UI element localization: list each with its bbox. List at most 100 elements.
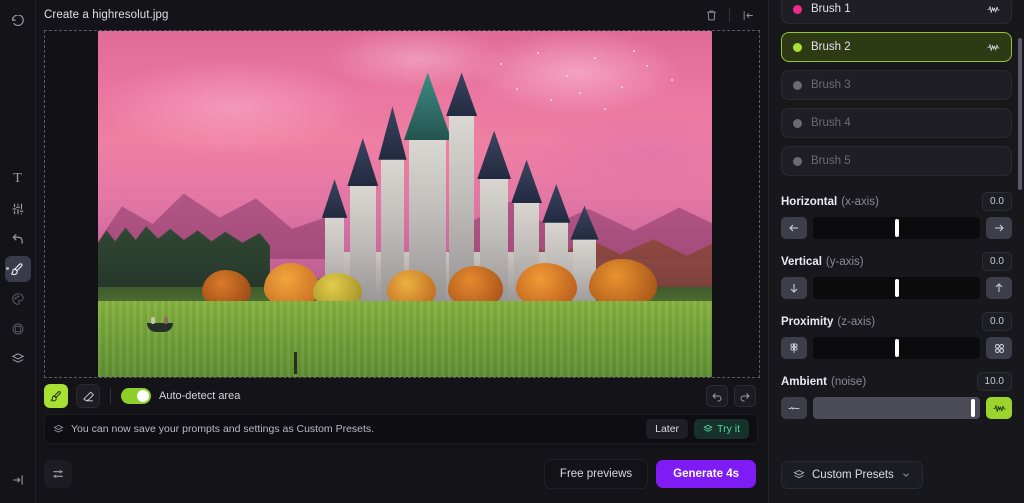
slider-track-ambient[interactable] — [813, 397, 980, 419]
brush-item-4[interactable]: Brush 4 — [781, 108, 1012, 138]
try-it-label: Try it — [717, 423, 740, 435]
layers-tool-icon[interactable] — [5, 346, 31, 372]
slider-name: Horizontal — [781, 195, 838, 208]
collapse-panel-icon[interactable] — [738, 5, 758, 25]
slider-thumb-vertical[interactable] — [894, 279, 899, 297]
slider-value-vertical[interactable]: 0.0 — [982, 252, 1012, 271]
right-panel: Brush 1 Brush 2 Brush 3 Brush 4 Brush 5 Hori… — [768, 0, 1024, 503]
brush-item-3[interactable]: Brush 3 — [781, 70, 1012, 100]
action-bar: Free previews Generate 4s — [36, 444, 768, 503]
brush-tool-icon[interactable] — [4, 256, 31, 282]
auto-detect-label: Auto-detect area — [159, 390, 241, 402]
brush-color-dot — [793, 4, 802, 14]
active-tool-dot — [5, 267, 9, 270]
custom-presets-label: Custom Presets — [812, 469, 894, 481]
canvas-header: Create a highresolut.jpg — [36, 0, 768, 30]
slider-body-vertical — [781, 277, 1012, 299]
rail-tools-group: T — [4, 166, 31, 374]
transform-tool-icon[interactable] — [5, 226, 31, 252]
brush-label: Brush 5 — [811, 155, 851, 167]
slider-name: Vertical — [781, 255, 822, 268]
adjustments-icon[interactable] — [5, 196, 31, 222]
waveform-icon[interactable] — [987, 42, 1000, 53]
try-it-icon — [703, 424, 713, 434]
slider-value-horizontal[interactable]: 0.0 — [982, 192, 1012, 211]
slider-row-proximity: Proximity (z-axis) 0.0 — [781, 312, 1012, 359]
app-root: T Create a highresolut.jpg Auto-detect a… — [0, 0, 1024, 503]
brush-color-dot — [793, 42, 802, 52]
brush-mode-button[interactable] — [44, 384, 68, 408]
brush-label: Brush 2 — [811, 41, 851, 53]
chevron-down-icon — [901, 470, 911, 480]
slider-row-horizontal: Horizontal (x-axis) 0.0 — [781, 192, 1012, 239]
slider-list: Horizontal (x-axis) 0.0 Vertical (y-axis) 0.0… — [769, 186, 1024, 432]
slider-track-proximity[interactable] — [813, 337, 980, 359]
arrow-up-button[interactable] — [986, 277, 1012, 299]
slider-body-proximity — [781, 337, 1012, 359]
notice-actions: Later Try it — [646, 419, 749, 439]
slider-track-horizontal[interactable] — [813, 217, 980, 239]
history-buttons — [706, 385, 756, 407]
custom-presets-button[interactable]: Custom Presets — [781, 461, 923, 489]
toggle-knob — [137, 390, 149, 402]
undo-icon[interactable] — [706, 385, 728, 407]
expand-panel-icon[interactable] — [5, 467, 31, 493]
shape-tool-icon[interactable] — [5, 316, 31, 342]
brush-color-dot — [793, 80, 802, 90]
slider-name: Proximity — [781, 315, 834, 328]
brush-label: Brush 4 — [811, 117, 851, 129]
arrow-right-button[interactable] — [986, 217, 1012, 239]
waveform-icon[interactable] — [987, 4, 1000, 15]
canvas-header-actions — [701, 5, 758, 25]
right-panel-scrollbar[interactable] — [1018, 38, 1022, 190]
slider-track-vertical[interactable] — [813, 277, 980, 299]
layers-icon — [793, 469, 805, 481]
lake-layer — [98, 300, 712, 377]
left-tool-rail: T — [0, 0, 36, 503]
color-palette-icon[interactable] — [5, 286, 31, 312]
grid-small-button[interactable] — [781, 337, 807, 359]
grid-large-button[interactable] — [986, 337, 1012, 359]
slider-row-vertical: Vertical (y-axis) 0.0 — [781, 252, 1012, 299]
eraser-mode-button[interactable] — [76, 384, 100, 408]
presets-section: Custom Presets — [769, 461, 1024, 503]
brush-color-dot — [793, 156, 802, 166]
notice-text: You can now save your prompts and settin… — [71, 423, 375, 435]
rail-top-group — [5, 9, 31, 35]
slider-value-proximity[interactable]: 0.0 — [982, 312, 1012, 331]
trash-icon[interactable] — [701, 5, 721, 25]
arrow-down-button[interactable] — [781, 277, 807, 299]
artwork-image[interactable] — [98, 31, 712, 377]
slider-thumb-proximity[interactable] — [894, 339, 899, 357]
canvas-stage[interactable] — [44, 30, 792, 378]
brush-label: Brush 1 — [811, 3, 851, 15]
slider-header-proximity: Proximity (z-axis) 0.0 — [781, 312, 1012, 331]
later-button[interactable]: Later — [646, 419, 689, 439]
settings-icon[interactable] — [44, 459, 72, 488]
slider-value-ambient[interactable]: 10.0 — [976, 372, 1012, 391]
redo-icon[interactable] — [734, 385, 756, 407]
presets-icon — [53, 424, 64, 435]
generate-button[interactable]: Generate 4s — [656, 459, 756, 488]
brush-item-1[interactable]: Brush 1 — [781, 0, 1012, 24]
wave-flat-button[interactable] — [781, 397, 807, 419]
slider-body-horizontal — [781, 217, 1012, 239]
canvas-toolstrip: Auto-detect area — [36, 378, 768, 414]
text-tool-icon[interactable]: T — [5, 166, 31, 192]
auto-detect-toggle[interactable] — [121, 388, 151, 404]
try-it-button[interactable]: Try it — [694, 419, 749, 439]
brush-label: Brush 3 — [811, 79, 851, 91]
free-previews-button[interactable]: Free previews — [543, 458, 649, 489]
brush-item-5[interactable]: Brush 5 — [781, 146, 1012, 176]
brush-item-2[interactable]: Brush 2 — [781, 32, 1012, 62]
slider-row-ambient: Ambient (noise) 10.0 — [781, 372, 1012, 419]
brush-list: Brush 1 Brush 2 Brush 3 Brush 4 Brush 5 — [769, 0, 1024, 186]
arrow-left-button[interactable] — [781, 217, 807, 239]
wave-active-button[interactable] — [986, 397, 1012, 419]
slider-name: Ambient — [781, 375, 827, 388]
notice-bar: You can now save your prompts and settin… — [44, 414, 758, 444]
slider-thumb-horizontal[interactable] — [894, 219, 899, 237]
slider-thumb-ambient[interactable] — [971, 399, 976, 417]
history-icon[interactable] — [5, 9, 31, 35]
center-column: Create a highresolut.jpg Auto-detect are… — [36, 0, 768, 503]
